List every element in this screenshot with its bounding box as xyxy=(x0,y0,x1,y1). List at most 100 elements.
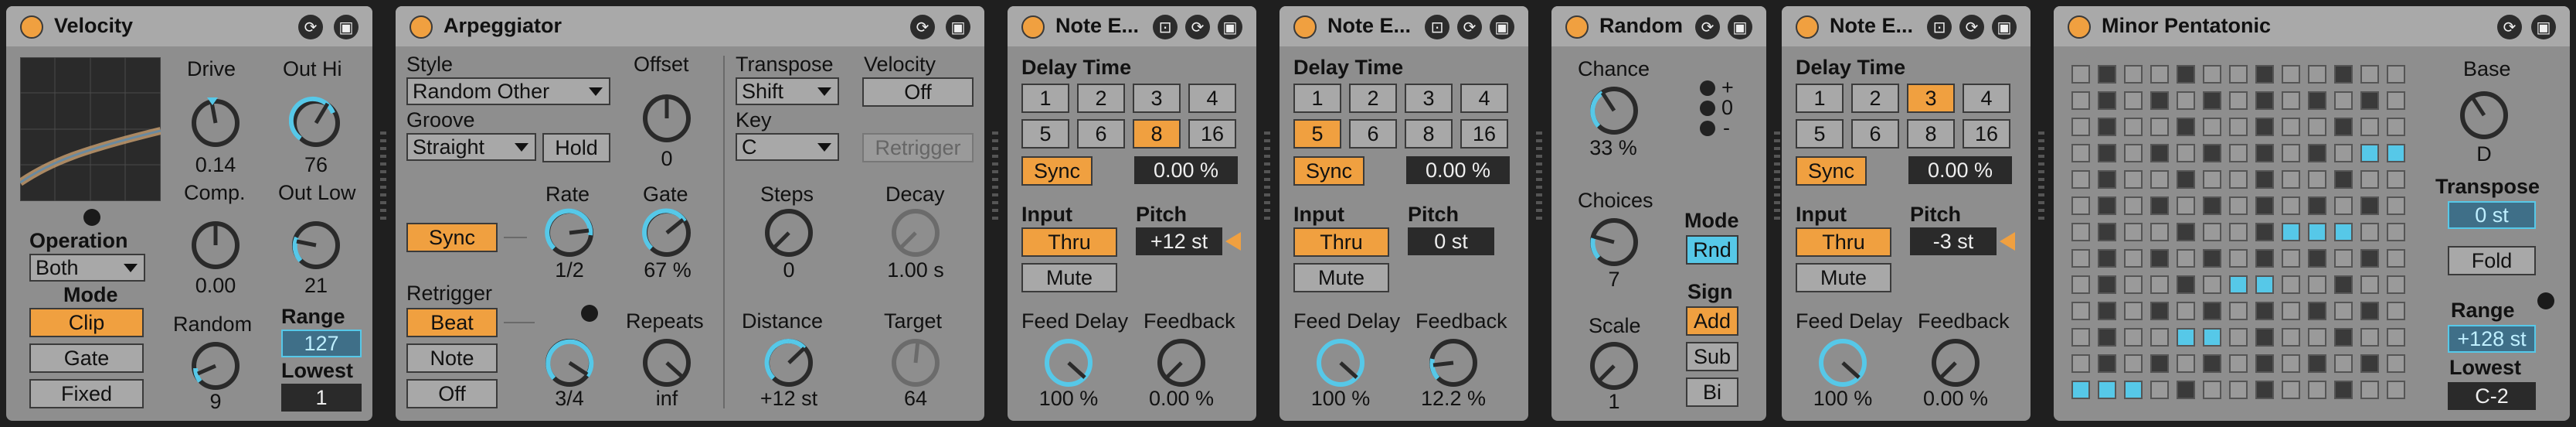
groove-dropdown[interactable]: Straight xyxy=(406,133,536,161)
delay-step-5[interactable]: 5 xyxy=(1796,119,1844,149)
scale-grid-cell[interactable] xyxy=(2098,196,2116,215)
range-value[interactable]: +128 st xyxy=(2448,325,2536,353)
delay-step-5[interactable]: 5 xyxy=(1021,119,1069,149)
scale-grid-cell[interactable] xyxy=(2255,144,2274,162)
scale-grid-cell[interactable] xyxy=(2098,223,2116,241)
scale-grid-cell[interactable] xyxy=(2387,354,2405,373)
scale-grid-cell[interactable] xyxy=(2150,302,2169,320)
mode-clip-button[interactable]: Clip xyxy=(29,308,144,337)
scale-grid-cell[interactable] xyxy=(2282,328,2300,347)
sync-button[interactable]: Sync xyxy=(1021,156,1093,186)
feed-delay-knob[interactable] xyxy=(1816,336,1870,390)
scale-grid-cell[interactable] xyxy=(2255,249,2274,268)
drive-knob[interactable] xyxy=(189,96,243,150)
scale-grid-cell[interactable] xyxy=(2124,118,2143,136)
sign-sub-button[interactable]: Sub xyxy=(1686,342,1738,371)
scale-grid-cell[interactable] xyxy=(2229,196,2248,215)
scale-grid-cell[interactable] xyxy=(2387,65,2405,84)
scale-grid-cell[interactable] xyxy=(2387,249,2405,268)
scale-grid-cell[interactable] xyxy=(2282,91,2300,110)
scale-grid-cell[interactable] xyxy=(2150,354,2169,373)
scale-grid-cell[interactable] xyxy=(2203,249,2221,268)
repeats-knob[interactable] xyxy=(640,336,694,390)
scale-grid-cell[interactable] xyxy=(2334,302,2353,320)
scale-grid-cell[interactable] xyxy=(2177,65,2195,84)
scale-grid-cell[interactable] xyxy=(2282,354,2300,373)
delay-step-1[interactable]: 1 xyxy=(1796,84,1844,113)
delay-step-1[interactable]: 1 xyxy=(1293,84,1341,113)
scale-grid-cell[interactable] xyxy=(2124,65,2143,84)
fold-button[interactable]: Fold xyxy=(2448,246,2536,275)
scale-grid-cell[interactable] xyxy=(2203,91,2221,110)
scale-grid-cell[interactable] xyxy=(2124,249,2143,268)
scale-grid-cell[interactable] xyxy=(2071,91,2090,110)
scale-grid-cell[interactable] xyxy=(2360,170,2379,189)
device-grip[interactable] xyxy=(1536,132,1542,224)
scale-grid-cell[interactable] xyxy=(2229,65,2248,84)
scale-grid-cell[interactable] xyxy=(2203,144,2221,162)
scale-grid-cell[interactable] xyxy=(2124,302,2143,320)
feedback-knob[interactable] xyxy=(1929,336,1983,390)
scale-grid-cell[interactable] xyxy=(2203,170,2221,189)
delay-step-2[interactable]: 2 xyxy=(1077,84,1125,113)
power-button[interactable] xyxy=(1293,15,1317,39)
delay-time-value[interactable]: 0.00 % xyxy=(1134,156,1238,184)
scale-grid-cell[interactable] xyxy=(2387,196,2405,215)
scale-grid-cell[interactable] xyxy=(2282,196,2300,215)
scale-grid-cell[interactable] xyxy=(2071,170,2090,189)
retrigger-rate-knob[interactable] xyxy=(542,336,596,390)
hot-swap-icon[interactable]: ⟳ xyxy=(1959,15,1984,39)
delay-step-4[interactable]: 4 xyxy=(1188,84,1236,113)
power-button[interactable] xyxy=(20,15,43,39)
scale-grid-cell[interactable] xyxy=(2150,249,2169,268)
offset-knob[interactable] xyxy=(640,91,694,145)
scale-grid-cell[interactable] xyxy=(2229,328,2248,347)
scale-grid-cell[interactable] xyxy=(2124,196,2143,215)
scale-grid-cell[interactable] xyxy=(2334,91,2353,110)
scale-grid-cell[interactable] xyxy=(2255,381,2274,399)
delay-step-3[interactable]: 3 xyxy=(1405,84,1453,113)
scale-grid-cell[interactable] xyxy=(2203,381,2221,399)
lowest-value[interactable]: C-2 xyxy=(2448,382,2536,410)
save-preset-icon[interactable]: ▣ xyxy=(334,15,359,39)
scale-grid-cell[interactable] xyxy=(2387,381,2405,399)
scale-grid-cell[interactable] xyxy=(2177,302,2195,320)
scale-grid-cell[interactable] xyxy=(2282,65,2300,84)
mute-button[interactable]: Mute xyxy=(1021,263,1117,292)
hot-swap-icon[interactable]: ⟳ xyxy=(2497,15,2522,39)
choices-knob[interactable] xyxy=(1587,215,1641,269)
save-preset-icon[interactable]: ▣ xyxy=(946,15,970,39)
scale-grid-cell[interactable] xyxy=(2387,223,2405,241)
delay-step-16[interactable]: 16 xyxy=(1963,119,2010,149)
scale-grid-cell[interactable] xyxy=(2071,275,2090,294)
scale-grid-cell[interactable] xyxy=(2387,91,2405,110)
scale-grid-cell[interactable] xyxy=(2177,249,2195,268)
scale-grid-cell[interactable] xyxy=(2098,170,2116,189)
scale-grid-cell[interactable] xyxy=(2334,144,2353,162)
hold-button[interactable]: Hold xyxy=(542,133,610,162)
expand-icon[interactable]: ⊡ xyxy=(1153,15,1178,39)
hot-swap-icon[interactable]: ⟳ xyxy=(1695,15,1720,39)
scale-grid-cell[interactable] xyxy=(2360,302,2379,320)
scale-grid-cell[interactable] xyxy=(2124,354,2143,373)
scale-grid-cell[interactable] xyxy=(2255,170,2274,189)
sync-button[interactable]: Sync xyxy=(1293,156,1364,186)
scale-grid-cell[interactable] xyxy=(2177,118,2195,136)
scale-grid-cell[interactable] xyxy=(2360,249,2379,268)
scale-grid-cell[interactable] xyxy=(2203,354,2221,373)
scale-grid-cell[interactable] xyxy=(2124,91,2143,110)
scale-grid-cell[interactable] xyxy=(2308,328,2326,347)
delay-step-4[interactable]: 4 xyxy=(1963,84,2010,113)
delay-step-3[interactable]: 3 xyxy=(1907,84,1955,113)
scale-grid-cell[interactable] xyxy=(2387,170,2405,189)
scale-grid-cell[interactable] xyxy=(2098,118,2116,136)
operation-dropdown[interactable]: Both xyxy=(29,254,145,282)
scale-grid-cell[interactable] xyxy=(2203,328,2221,347)
delay-step-3[interactable]: 3 xyxy=(1133,84,1181,113)
input-thru-button[interactable]: Thru xyxy=(1021,227,1117,257)
feedback-knob[interactable] xyxy=(1426,336,1480,390)
delay-step-1[interactable]: 1 xyxy=(1021,84,1069,113)
scale-grid-cell[interactable] xyxy=(2071,144,2090,162)
random-knob[interactable] xyxy=(189,339,243,393)
comp-knob[interactable] xyxy=(189,218,243,272)
